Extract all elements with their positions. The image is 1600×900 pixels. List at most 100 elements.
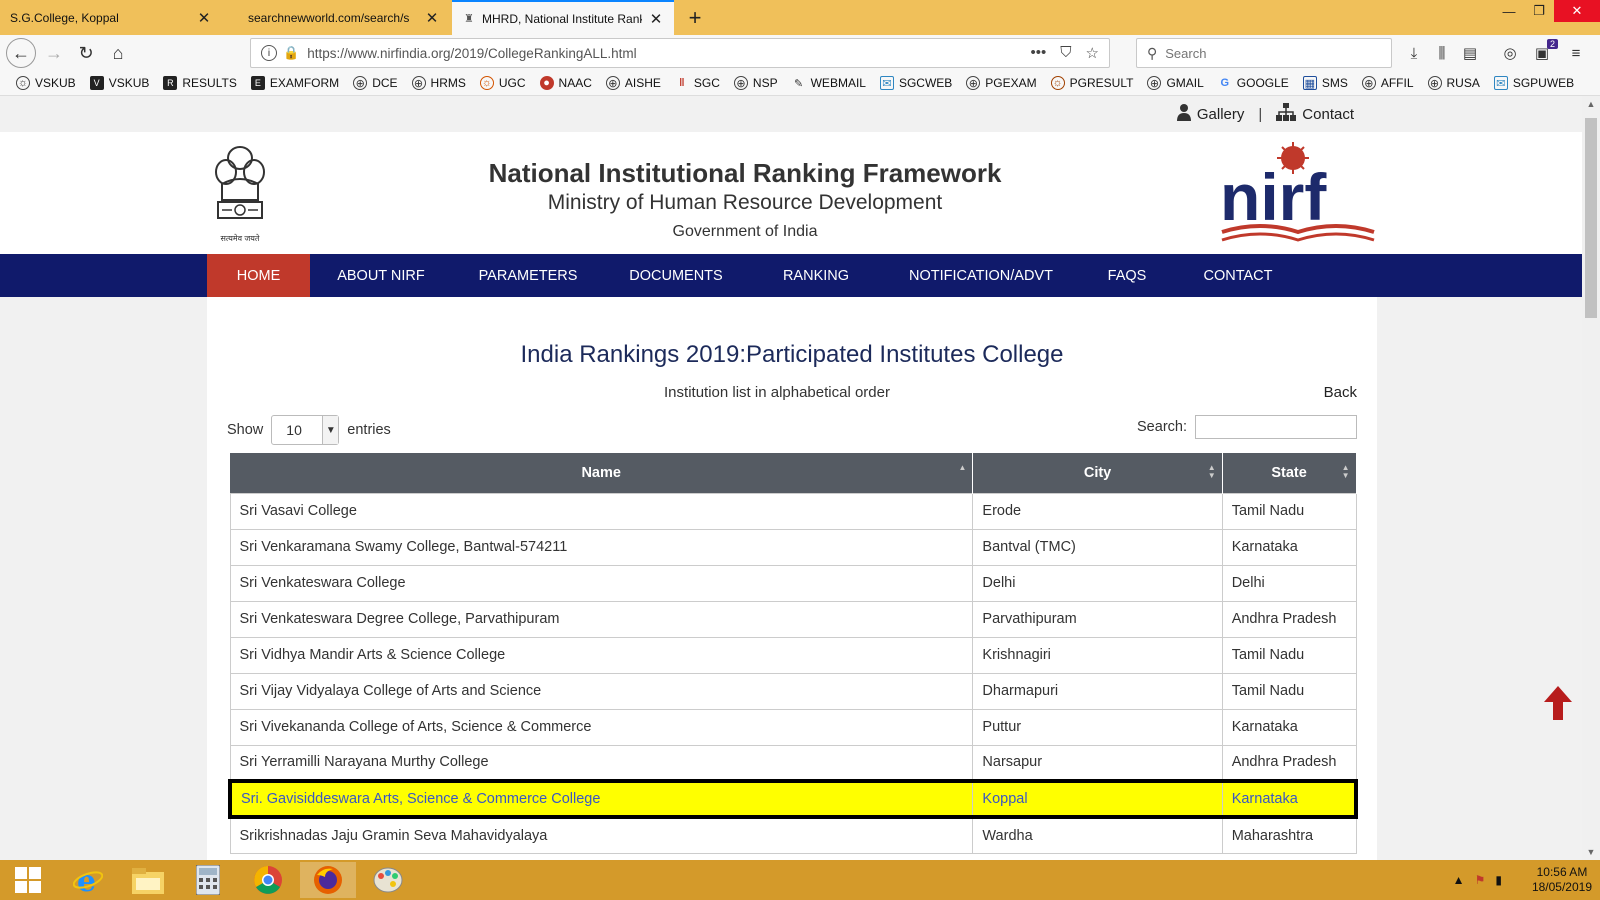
scroll-up-icon[interactable]: ▲ xyxy=(1582,96,1600,112)
menu-icon[interactable]: ≡ xyxy=(1566,43,1586,63)
windows-start-icon[interactable] xyxy=(0,862,56,898)
page-scrollbar[interactable]: ▲ ▼ xyxy=(1582,96,1600,860)
restore-button[interactable]: ❐ xyxy=(1524,0,1554,22)
scroll-down-icon[interactable]: ▼ xyxy=(1582,844,1600,860)
cell-state: Andhra Pradesh xyxy=(1221,744,1357,782)
nav-faqs[interactable]: FAQS xyxy=(1090,254,1164,297)
cell-name: Sri Vivekananda College of Arts, Science… xyxy=(229,708,974,746)
scroll-to-top-icon[interactable] xyxy=(1544,686,1572,720)
reload-button[interactable]: ↻ xyxy=(72,39,100,67)
nav-about-nirf[interactable]: ABOUT NIRF xyxy=(310,254,452,297)
bookmark-examform[interactable]: E EXAMFORM xyxy=(250,76,339,90)
page-viewport: Gallery | Contact सत्यमेव जयते National … xyxy=(0,96,1582,860)
table-search-input[interactable] xyxy=(1195,415,1357,439)
nav-parameters[interactable]: PARAMETERS xyxy=(464,254,592,297)
nav-notification[interactable]: NOTIFICATION/ADVT xyxy=(894,254,1068,297)
extension-icon[interactable]: ▣ 2 xyxy=(1532,39,1558,63)
new-tab-button[interactable]: + xyxy=(680,0,710,35)
bookmark-sms[interactable]: ▦ SMS xyxy=(1302,76,1348,90)
tab-title: MHRD, National Institute Ranki xyxy=(482,11,642,26)
bookmark-pgresult[interactable]: ☼ PGRESULT xyxy=(1050,76,1133,90)
url-bar[interactable]: i 🔒 https://www.nirfindia.org/2019/Colle… xyxy=(250,38,1110,68)
paint-icon[interactable] xyxy=(360,862,416,898)
column-header-city[interactable]: City ▲ ▼ xyxy=(972,453,1223,493)
back-link[interactable]: Back xyxy=(1324,384,1357,401)
info-icon[interactable]: i xyxy=(261,45,277,61)
nav-ranking[interactable]: RANKING xyxy=(766,254,866,297)
bookmark-results[interactable]: R RESULTS xyxy=(163,76,237,90)
bookmark-webmail[interactable]: ✎ WEBMAIL xyxy=(792,76,866,90)
bookmark-vskub[interactable]: ☼ VSKUB xyxy=(16,76,76,90)
network-error-icon[interactable]: ⚑ xyxy=(1475,873,1486,887)
page-actions-icon[interactable]: ••• xyxy=(1031,44,1047,62)
internet-explorer-icon[interactable]: e xyxy=(60,862,116,898)
tab-title: searchnewworld.com/search/s xyxy=(248,10,410,25)
library-icon[interactable]: ⫼ xyxy=(1432,43,1452,63)
bookmark-label: RESULTS xyxy=(182,76,237,90)
table-row: Sri Vasavi College Erode Tamil Nadu xyxy=(229,492,1357,530)
cell-city: Parvathipuram xyxy=(972,600,1223,638)
sidebar-icon[interactable]: ▤ xyxy=(1460,43,1480,63)
minimize-button[interactable]: — xyxy=(1494,0,1524,22)
clock-date: 18/05/2019 xyxy=(1531,880,1592,894)
browser-search-box[interactable]: ⚲ xyxy=(1136,38,1392,68)
tab-sgcollege[interactable]: S.G.College, Koppal ✕ xyxy=(0,0,222,35)
clock-time: 10:56 AM xyxy=(1536,865,1588,879)
account-icon[interactable]: ◎ xyxy=(1500,43,1520,63)
scrollbar-thumb[interactable] xyxy=(1585,118,1597,318)
nav-home[interactable]: HOME xyxy=(207,254,310,297)
user-icon xyxy=(1176,103,1191,125)
bookmark-rusa[interactable]: ⊕ RUSA xyxy=(1427,76,1480,90)
bookmark-google[interactable]: G GOOGLE xyxy=(1218,76,1289,90)
nav-documents[interactable]: DOCUMENTS xyxy=(612,254,740,297)
home-icon[interactable]: ⌂ xyxy=(104,39,132,67)
tray-expand-icon[interactable]: ▲ xyxy=(1453,873,1465,887)
browser-search-input[interactable] xyxy=(1165,45,1376,61)
close-window-button[interactable]: ✕ xyxy=(1554,0,1600,22)
bookmark-hrms[interactable]: ⊕ HRMS xyxy=(411,76,466,90)
table-row-highlighted: Sri. Gavisiddeswara Arts, Science & Comm… xyxy=(228,779,1358,819)
bookmark-nsp[interactable]: ⊕ NSP xyxy=(733,76,778,90)
bookmarks-bar: ☼ VSKUB V VSKUB R RESULTS E EXAMFORM ⊕ DCE ⊕ H… xyxy=(0,71,1600,96)
bookmark-icon: ● xyxy=(539,76,554,90)
nav-contact[interactable]: CONTACT xyxy=(1188,254,1288,297)
bookmark-naac[interactable]: ● NAAC xyxy=(539,76,592,90)
pocket-icon[interactable]: ⛉ xyxy=(1060,44,1071,62)
file-explorer-icon[interactable] xyxy=(120,862,176,898)
contact-link[interactable]: Contact xyxy=(1276,103,1354,125)
bookmark-gmail[interactable]: ⊕ GMAIL xyxy=(1147,76,1204,90)
close-icon[interactable]: ✕ xyxy=(424,9,440,27)
bookmark-affil[interactable]: ⊕ AFFIL xyxy=(1361,76,1414,90)
cell-city: Koppal xyxy=(972,779,1223,819)
firefox-icon[interactable] xyxy=(300,862,356,898)
cell-city: Erode xyxy=(972,492,1223,530)
chrome-icon[interactable] xyxy=(240,862,296,898)
entries-select[interactable]: 10 ▼ xyxy=(271,415,340,445)
bookmark-sgpuweb[interactable]: ✉ SGPUWEB xyxy=(1493,76,1574,90)
bookmark-pgexam[interactable]: ⊕ PGEXAM xyxy=(966,76,1037,90)
calculator-icon[interactable] xyxy=(180,862,236,898)
close-icon[interactable]: ✕ xyxy=(648,10,664,28)
tab-searchnewworld[interactable]: searchnewworld.com/search/s ✕ xyxy=(238,0,450,35)
gallery-link[interactable]: Gallery xyxy=(1176,103,1244,125)
close-icon[interactable]: ✕ xyxy=(196,9,212,27)
bookmark-sgcweb[interactable]: ✉ SGCWEB xyxy=(879,76,952,90)
bookmark-label: VSKUB xyxy=(108,76,150,90)
download-icon[interactable]: ⤓ xyxy=(1404,43,1424,63)
bookmark-vskub-2[interactable]: V VSKUB xyxy=(89,76,150,90)
globe-icon: ⊕ xyxy=(733,76,748,90)
table-row: Sri Vivekananda College of Arts, Science… xyxy=(229,708,1357,746)
clock[interactable]: 10:56 AM 18/05/2019 xyxy=(1532,865,1592,895)
bookmark-sgc[interactable]: ‖ SGC xyxy=(675,76,720,90)
bookmark-dce[interactable]: ⊕ DCE xyxy=(353,76,398,90)
bookmark-aishe[interactable]: ⊕ AISHE xyxy=(605,76,661,90)
signal-icon[interactable]: ▮ xyxy=(1495,873,1502,887)
forward-button[interactable]: → xyxy=(40,39,68,67)
back-button[interactable]: ← xyxy=(6,38,36,68)
tab-nirf[interactable]: ♜ MHRD, National Institute Ranki ✕ xyxy=(452,0,674,35)
bookmark-label: UGC xyxy=(498,76,526,90)
bookmark-star-icon[interactable]: ☆ xyxy=(1086,44,1099,62)
column-header-name[interactable]: Name ▲ xyxy=(230,453,974,493)
bookmark-ugc[interactable]: ☼ UGC xyxy=(479,76,526,90)
column-header-state[interactable]: State ▲ ▼ xyxy=(1222,453,1357,493)
